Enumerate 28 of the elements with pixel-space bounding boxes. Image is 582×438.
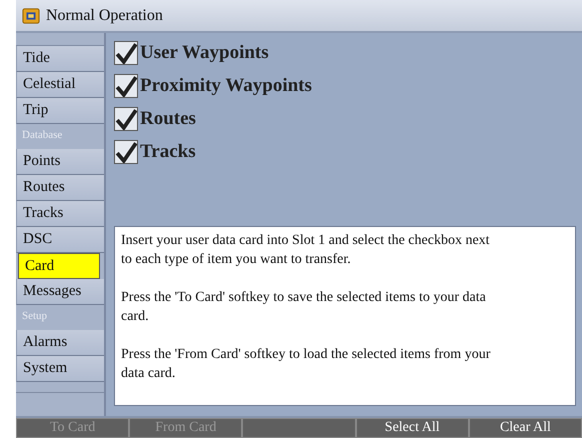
- sidebar-tab[interactable]: Alarms: [16, 330, 104, 356]
- window-title: Normal Operation: [46, 6, 163, 24]
- sidebar-tab[interactable]: Points: [16, 149, 104, 175]
- section-header: Database: [21, 128, 64, 143]
- sidebar-tab[interactable]: Messages: [16, 279, 104, 305]
- instruction-text: Press the 'To Card' softkey to save the selected items to your data card.: [121, 289, 487, 326]
- instruction-text: Press the 'From Card' softkey to load the selected items from your data card.: [121, 346, 492, 383]
- sidebar-tab[interactable]: Celestial: [16, 72, 104, 98]
- sidebar-tab[interactable]: Trip: [16, 98, 104, 124]
- sidebar-tab[interactable]: Card: [18, 253, 100, 279]
- checkbox[interactable]: [114, 140, 138, 164]
- checkbox-label: Routes: [140, 108, 196, 130]
- sidebar-tab[interactable]: System: [16, 356, 104, 382]
- section-header: Setup: [21, 309, 48, 324]
- checkbox-label: Tracks: [140, 141, 196, 163]
- checkbox[interactable]: [114, 74, 138, 98]
- softkey[interactable]: Select All: [356, 418, 469, 438]
- sidebar-tab[interactable]: Routes: [16, 175, 104, 201]
- instruction-text: Insert your user data card into Slot 1 and select the checkbox next to each type of item you want to transfer.: [121, 232, 491, 269]
- sidebar-tab[interactable]: Tracks: [16, 201, 104, 227]
- card-icon: [22, 6, 40, 24]
- softkey[interactable]: Clear All: [468, 418, 582, 438]
- checkbox[interactable]: [114, 41, 138, 65]
- checkbox-label: Proximity Waypoints: [140, 75, 312, 97]
- checkbox-label: User Waypoints: [140, 42, 269, 64]
- sidebar-tab[interactable]: DSC: [16, 227, 104, 253]
- checkbox[interactable]: [114, 107, 138, 131]
- sidebar-tab[interactable]: Tide: [16, 46, 104, 72]
